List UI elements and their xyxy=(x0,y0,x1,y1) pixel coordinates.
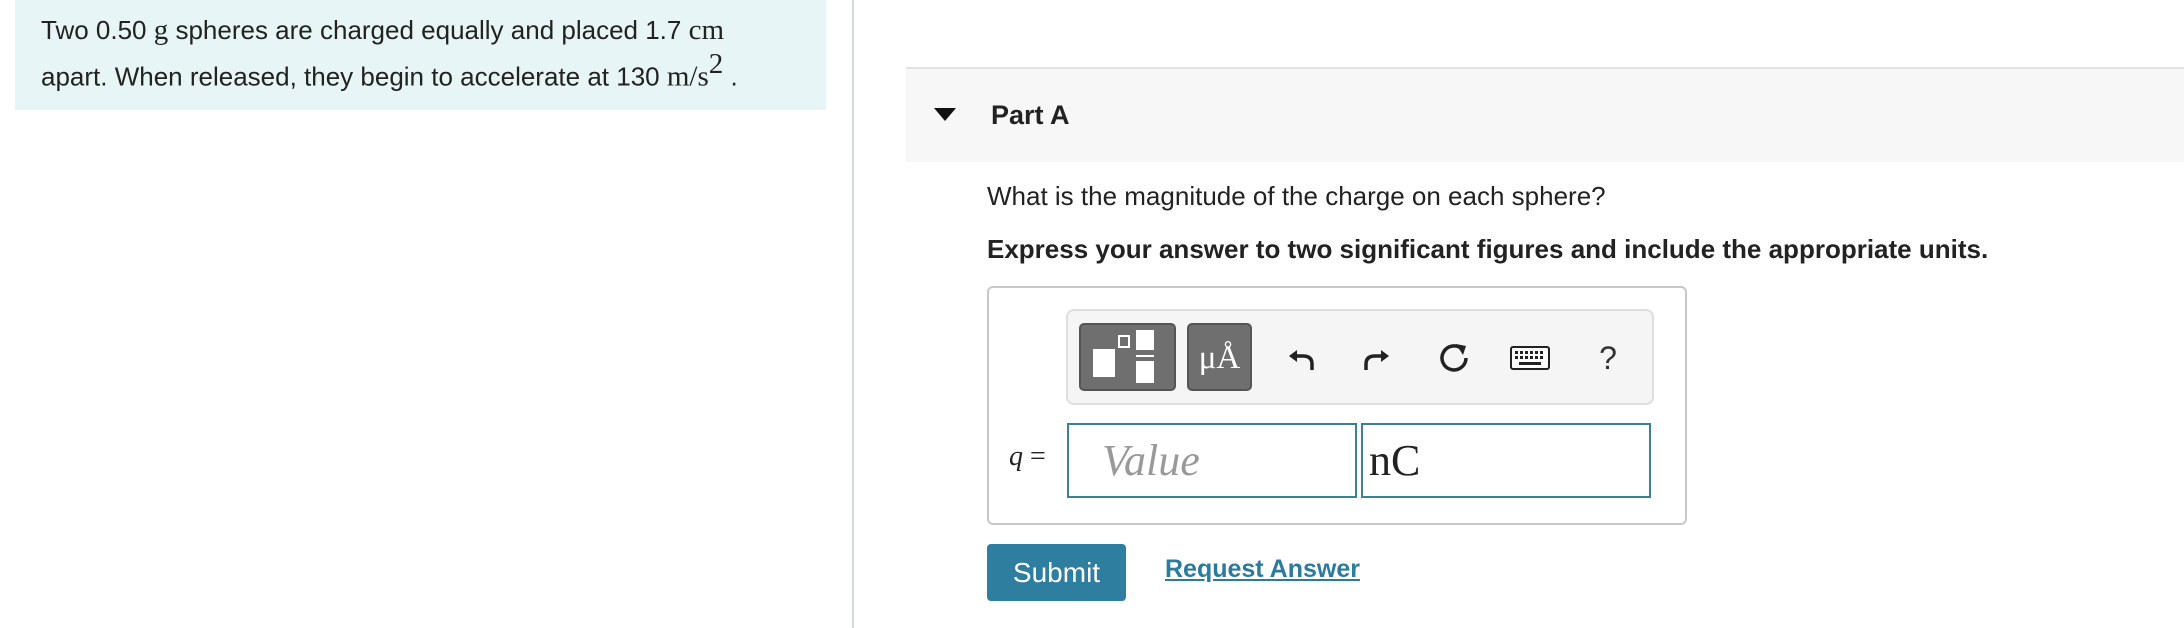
problem-text: spheres are charged equally and placed 1… xyxy=(168,15,689,45)
collapse-caret-icon[interactable] xyxy=(934,108,956,121)
help-icon[interactable]: ? xyxy=(1586,336,1630,380)
answer-variable-label: q = xyxy=(1009,441,1046,473)
units-button[interactable]: μÅ xyxy=(1187,323,1252,391)
answer-variable: q xyxy=(1009,441,1023,472)
value-input[interactable]: Value xyxy=(1067,423,1357,498)
request-answer-link[interactable]: Request Answer xyxy=(1165,555,1360,584)
submit-button[interactable]: Submit xyxy=(987,544,1126,601)
page: Two 0.50 g spheres are charged equally a… xyxy=(0,0,2184,628)
problem-text: . xyxy=(723,61,738,92)
templates-button[interactable] xyxy=(1079,323,1176,391)
instruction-text: Express your answer to two significant f… xyxy=(987,234,1989,264)
unit-acceleration: m/s xyxy=(666,60,709,93)
equals-sign: = xyxy=(1023,441,1046,472)
redo-icon[interactable] xyxy=(1355,336,1399,380)
unit-centimeters: cm xyxy=(688,14,725,46)
units-button-label: μÅ xyxy=(1198,340,1241,376)
keyboard-icon[interactable] xyxy=(1508,336,1552,380)
problem-statement: Two 0.50 g spheres are charged equally a… xyxy=(15,0,826,110)
reset-icon[interactable] xyxy=(1432,336,1476,380)
problem-text: Two 0.50 xyxy=(41,15,154,45)
part-title: Part A xyxy=(991,100,1070,130)
part-header[interactable] xyxy=(906,69,2184,162)
unit-grams: g xyxy=(153,14,169,46)
column-divider xyxy=(852,0,854,628)
unit-exponent: 2 xyxy=(708,48,724,80)
problem-line-1: Two 0.50 g spheres are charged equally a… xyxy=(41,12,800,49)
help-label: ? xyxy=(1599,339,1617,376)
problem-line-2: apart. When released, they begin to acce… xyxy=(41,48,800,96)
undo-icon[interactable] xyxy=(1279,336,1323,380)
question-text: What is the magnitude of the charge on e… xyxy=(987,181,1606,211)
problem-text: apart. When released, they begin to acce… xyxy=(41,61,667,92)
units-input[interactable]: nC xyxy=(1361,423,1651,498)
